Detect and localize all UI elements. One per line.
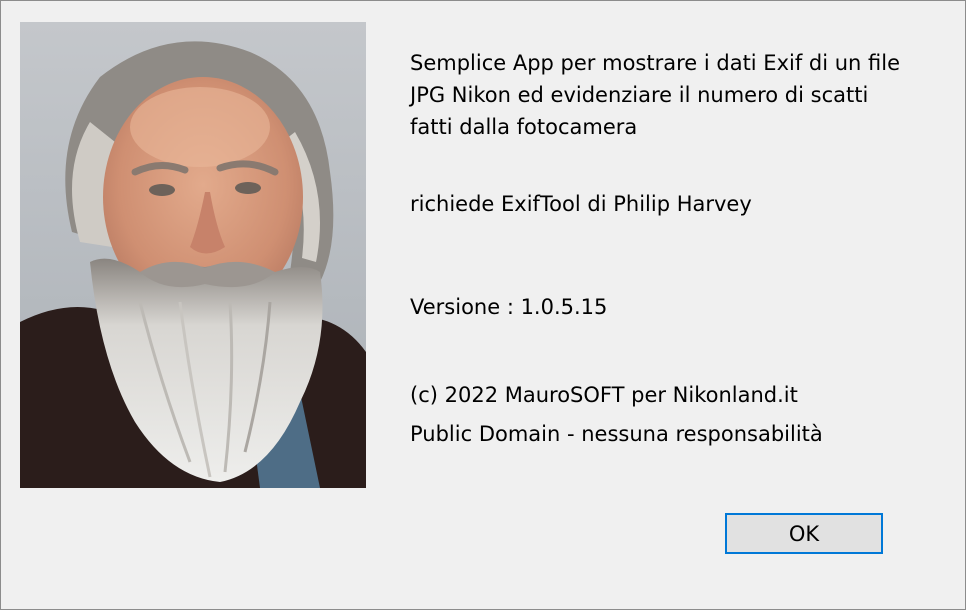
about-dialog: Semplice App per mostrare i dati Exif di… bbox=[0, 0, 966, 610]
license-text: Public Domain - nessuna responsabilità bbox=[410, 422, 823, 446]
copyright-text: (c) 2022 MauroSOFT per Nikonland.it bbox=[410, 383, 798, 407]
app-description: Semplice App per mostrare i dati Exif di… bbox=[410, 47, 900, 143]
portrait-image bbox=[20, 22, 366, 488]
ok-button[interactable]: OK bbox=[725, 513, 883, 554]
requirement-text: richiede ExifTool di Philip Harvey bbox=[410, 192, 752, 216]
version-text: Versione : 1.0.5.15 bbox=[410, 295, 608, 319]
description-line-1: Semplice App per mostrare i dati Exif di… bbox=[410, 51, 901, 75]
description-line-2: JPG Nikon ed evidenziare il numero di sc… bbox=[410, 83, 869, 107]
description-line-3: fatti dalla fotocamera bbox=[410, 115, 638, 139]
